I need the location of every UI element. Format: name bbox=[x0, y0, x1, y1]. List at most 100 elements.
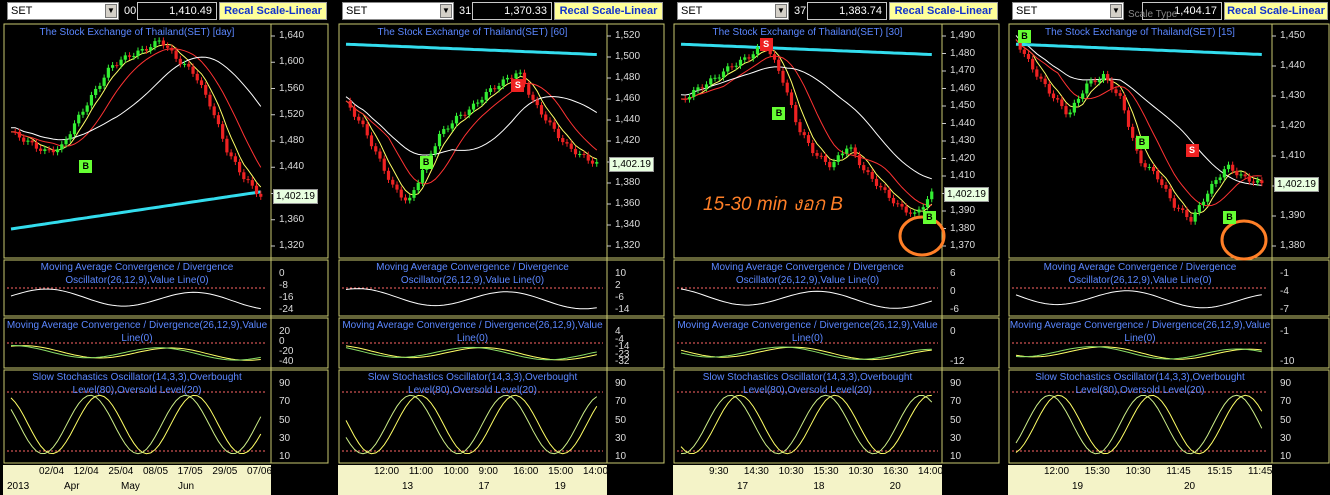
candle-body bbox=[1168, 188, 1172, 199]
time-tick-label: 14:00 bbox=[583, 466, 609, 477]
candle-body bbox=[908, 212, 913, 214]
candle-body bbox=[89, 95, 94, 106]
time-tick-label: 15:00 bbox=[548, 466, 574, 477]
candle-body bbox=[1081, 93, 1085, 99]
candle-body bbox=[704, 84, 709, 89]
candle-body bbox=[862, 165, 866, 171]
candle-body bbox=[47, 149, 51, 151]
price-tick-label: 1,480 bbox=[279, 135, 305, 146]
signal-marker-b[interactable]: B bbox=[772, 107, 786, 121]
candle-body bbox=[216, 115, 221, 125]
candle-body bbox=[845, 148, 849, 154]
candle-body bbox=[212, 106, 216, 116]
candle-body bbox=[1197, 205, 1201, 213]
candle-body bbox=[734, 65, 738, 67]
candle-body bbox=[403, 197, 408, 201]
candle-body bbox=[34, 142, 38, 149]
candle-body bbox=[1172, 198, 1176, 208]
price-tick-label: 1,380 bbox=[1280, 240, 1306, 251]
candle-body bbox=[709, 78, 713, 85]
candle-body bbox=[849, 147, 853, 149]
candle-body bbox=[17, 131, 22, 138]
multi-chart-workspace: { "panels": [ { "symbol": "SET", "price_… bbox=[0, 0, 1330, 495]
candle-body bbox=[1160, 179, 1164, 185]
time-tick-label: 11:00 bbox=[408, 466, 434, 477]
indicator-tick-label: 90 bbox=[615, 378, 627, 389]
candle-body bbox=[412, 190, 416, 198]
signal-marker-s[interactable]: S bbox=[759, 38, 773, 52]
candle-body bbox=[700, 87, 704, 89]
candle-body bbox=[891, 197, 896, 204]
candle-body bbox=[98, 85, 102, 89]
indicator-title: Moving Average Convergence / Divergence … bbox=[1043, 262, 1237, 286]
candle-body bbox=[569, 143, 573, 149]
chart-panel-3[interactable]: SET ▼ 37 1,383.74 Recal Scale-Linear The Stoc… bbox=[673, 0, 1000, 495]
time-tick-label: 14:30 bbox=[743, 466, 769, 477]
candle-body bbox=[747, 57, 751, 59]
candle-body bbox=[1226, 164, 1231, 170]
candle-body bbox=[930, 191, 934, 200]
candle-body bbox=[365, 124, 369, 136]
candle-body bbox=[1068, 112, 1072, 115]
stochastic-line bbox=[10, 394, 262, 455]
candle-body bbox=[22, 137, 26, 142]
signal-marker-s[interactable]: S bbox=[1185, 144, 1199, 158]
candle-body bbox=[573, 148, 578, 155]
candle-body bbox=[221, 124, 225, 139]
candle-body bbox=[386, 170, 391, 180]
candle-body bbox=[548, 120, 552, 123]
price-tick-label: 1,500 bbox=[615, 51, 641, 62]
candle-body bbox=[755, 47, 760, 55]
candle-body bbox=[751, 54, 755, 59]
candle-body bbox=[81, 111, 85, 115]
date-tick-label: 18 bbox=[813, 481, 825, 492]
chart-title: The Stock Exchange of Thailand(SET) [60] bbox=[377, 27, 568, 38]
candle-body bbox=[565, 142, 569, 144]
date-tick-label: 2013 bbox=[7, 481, 30, 492]
candle-body bbox=[208, 94, 212, 107]
chart-panel-2[interactable]: SET ▼ 31 1,370.33 Recal Scale-Linear The Stoc… bbox=[338, 0, 665, 495]
signal-marker-b[interactable]: B bbox=[1135, 136, 1149, 149]
moving-average-line bbox=[680, 42, 932, 56]
candle-body bbox=[1214, 180, 1218, 184]
signal-marker-b[interactable]: B bbox=[79, 160, 93, 174]
signal-marker-b[interactable]: B bbox=[1018, 29, 1031, 43]
candle-body bbox=[1156, 171, 1160, 180]
time-tick-label: 29/05 bbox=[212, 466, 238, 477]
candle-body bbox=[1072, 102, 1076, 113]
candle-body bbox=[233, 156, 237, 162]
time-tick-label: 02/04 bbox=[39, 466, 65, 477]
signal-marker-s[interactable]: S bbox=[511, 78, 525, 92]
signal-marker-b[interactable]: B bbox=[1223, 211, 1236, 225]
signal-marker-b[interactable]: B bbox=[419, 156, 433, 170]
last-price-tag: 1,402.19 bbox=[944, 187, 989, 202]
candle-body bbox=[26, 140, 30, 142]
candle-body bbox=[51, 149, 55, 153]
candle-body bbox=[480, 99, 484, 103]
candle-body bbox=[743, 57, 747, 60]
candle-body bbox=[726, 66, 730, 72]
indicator-tick-label: -24 bbox=[279, 304, 294, 315]
indicator-tick-label: 30 bbox=[279, 432, 291, 444]
candle-body bbox=[348, 100, 352, 108]
indicator-tick-label: 0 bbox=[950, 286, 956, 297]
candle-body bbox=[561, 138, 565, 143]
indicator-title: Slow Stochastics Oscillator(14,3,3),Over… bbox=[702, 372, 913, 396]
time-axis: 9:30 14:30 10:30 15:30 10:30 16:30 14:00 17 18 20 bbox=[673, 465, 943, 495]
chart-panel-1[interactable]: SET ▼ 00 1,410.49 Recal Scale-Linear The Stoc… bbox=[3, 0, 329, 495]
indicator-tick-label: 0 bbox=[950, 326, 956, 337]
chart-panel-4[interactable]: SET ▼ 1,404.17 Recal Scale-Linear The Stock … bbox=[1008, 0, 1330, 495]
indicator-tick-label: -16 bbox=[279, 292, 294, 303]
candle-body bbox=[806, 135, 811, 143]
candle-body bbox=[1089, 80, 1093, 84]
price-tick-label: 1,640 bbox=[279, 30, 305, 41]
candle-body bbox=[437, 133, 442, 147]
candle-body bbox=[1185, 209, 1189, 218]
indicator-tick-label: -40 bbox=[279, 356, 294, 367]
signal-marker-b[interactable]: B bbox=[922, 211, 936, 225]
time-tick-label: 17/05 bbox=[177, 466, 203, 477]
indicator-tick-label: 50 bbox=[279, 414, 291, 426]
price-tick-label: 1,430 bbox=[950, 135, 976, 146]
price-tick-label: 1,440 bbox=[950, 117, 976, 129]
date-tick-label: 20 bbox=[1184, 481, 1196, 492]
